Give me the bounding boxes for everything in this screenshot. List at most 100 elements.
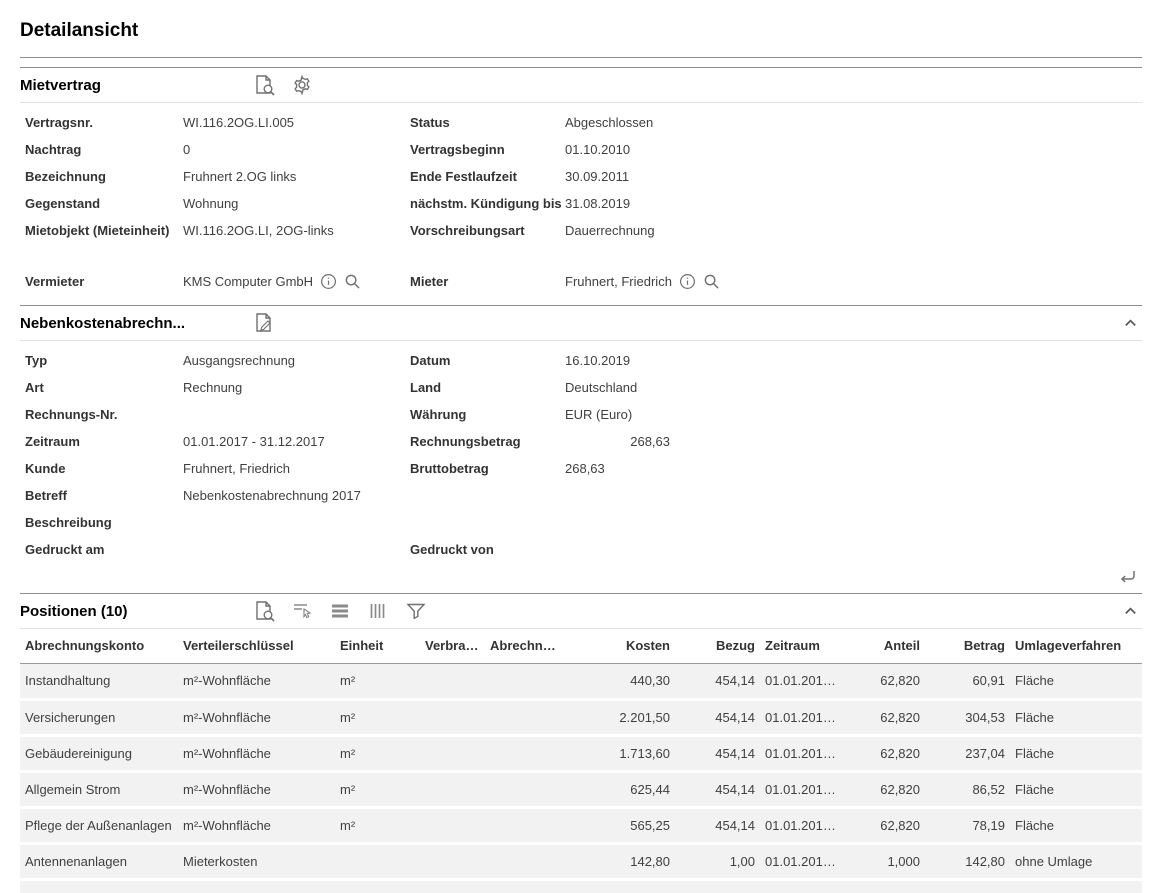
column-header[interactable]: Anteil <box>845 629 925 663</box>
cell: m²-Wohnfläche <box>178 735 335 771</box>
cell: 237,04 <box>925 735 1010 771</box>
field-label: Gedruckt am <box>20 536 183 563</box>
cell: m²-Wohnfläche <box>178 663 335 699</box>
cell: m² <box>335 771 420 807</box>
gear-icon <box>291 74 313 96</box>
columns-icon <box>367 600 389 622</box>
cell: 142,80 <box>565 843 675 879</box>
cell: 1,000 <box>845 843 925 879</box>
column-header[interactable]: Bezug <box>675 629 760 663</box>
section-nebenkosten: Nebenkostenabrechn... Typ Ausgangsrechnu… <box>20 305 1142 593</box>
field-value: WI.116.2OG.LI, 2OG-links <box>183 217 405 244</box>
column-header[interactable]: Abrechnungskonto <box>20 629 178 663</box>
field-value: Abgeschlossen <box>565 109 1142 136</box>
field-label: Vertragsnr. <box>20 109 183 136</box>
table-row[interactable]: Versicherungen m²-Wohnfläche m² 2.201,50… <box>20 699 1142 735</box>
field-label: Gegenstand <box>20 190 183 217</box>
field-label: Rechnungs-Nr. <box>20 401 183 428</box>
return-button[interactable] <box>1118 568 1138 586</box>
mieter-search-button[interactable] <box>703 273 720 290</box>
table-row-partial[interactable] <box>20 881 1142 893</box>
positionen-title: Positionen (10) <box>20 603 253 620</box>
edit-button[interactable] <box>253 312 275 334</box>
table-header-row: Abrechnungskonto Verteilerschlüssel Einh… <box>20 629 1142 663</box>
cell: m² <box>335 699 420 735</box>
field-value: Nebenkostenabrechnung 2017 <box>183 482 405 509</box>
mieter-value: Fruhnert, Friedrich <box>565 274 672 289</box>
cell: Antennenanlagen <box>20 843 178 879</box>
cell: 62,820 <box>845 699 925 735</box>
column-header[interactable]: Einheit <box>335 629 420 663</box>
chevron-up-icon <box>1123 604 1138 619</box>
cell: 62,820 <box>845 771 925 807</box>
cell: 62,820 <box>845 735 925 771</box>
field-value <box>565 509 1142 536</box>
column-header[interactable]: Verteilerschlüssel <box>178 629 335 663</box>
search-icon <box>344 273 361 290</box>
cell: 454,14 <box>675 663 760 699</box>
field-label: Nachtrag <box>20 136 183 163</box>
column-header[interactable]: Umlageverfahren <box>1010 629 1142 663</box>
mieter-label: Mieter <box>405 268 565 295</box>
table-row[interactable]: Pflege der Außenanlagen m²-Wohnfläche m²… <box>20 807 1142 843</box>
positionen-header: Positionen (10) <box>20 593 1142 629</box>
column-header[interactable]: Zeitraum <box>760 629 845 663</box>
positionen-collapse-button[interactable] <box>1123 604 1138 619</box>
cell <box>485 735 565 771</box>
filter-button[interactable] <box>405 600 427 622</box>
cell: m² <box>335 663 420 699</box>
field-value: 268,63 <box>565 428 1142 455</box>
table-row[interactable]: Antennenanlagen Mieterkosten 142,80 1,00… <box>20 843 1142 879</box>
settings-button[interactable] <box>291 74 313 96</box>
column-header[interactable]: Betrag <box>925 629 1010 663</box>
table-row[interactable]: Allgemein Strom m²-Wohnfläche m² 625,44 … <box>20 771 1142 807</box>
section-mietvertrag: Mietvertrag Vertragsnr. WI.116.2OG.LI.00… <box>20 67 1142 305</box>
mietvertrag-header: Mietvertrag <box>20 67 1142 103</box>
preview-icon <box>253 600 275 622</box>
field-label: Mietobjekt (Mieteinheit) <box>20 217 183 244</box>
preview-button[interactable] <box>253 74 275 96</box>
field-value: Dauerrechnung <box>565 217 1142 244</box>
field-label: Land <box>405 374 565 401</box>
info-icon <box>320 273 337 290</box>
page-title: Detailansicht <box>20 0 1142 58</box>
columns-button[interactable] <box>367 600 389 622</box>
mieter-info-button[interactable] <box>679 273 696 290</box>
field-label: nächstm. Kündigung bis <box>405 190 565 217</box>
field-label: Status <box>405 109 565 136</box>
cell: 62,820 <box>845 807 925 843</box>
field-value: WI.116.2OG.LI.005 <box>183 109 405 136</box>
field-label: Typ <box>20 347 183 374</box>
cell: Fläche <box>1010 699 1142 735</box>
field-value: Wohnung <box>183 190 405 217</box>
table-row[interactable]: Instandhaltung m²-Wohnfläche m² 440,30 4… <box>20 663 1142 699</box>
column-header[interactable]: Verbrauch <box>420 629 485 663</box>
cell: 86,52 <box>925 771 1010 807</box>
positions-preview-button[interactable] <box>253 600 275 622</box>
field-value <box>183 509 405 536</box>
vermieter-info-button[interactable] <box>320 273 337 290</box>
nebenkosten-collapse-button[interactable] <box>1123 316 1138 331</box>
table-row[interactable]: Gebäudereinigung m²-Wohnfläche m² 1.713,… <box>20 735 1142 771</box>
cell: 01.01.2017 ... <box>760 771 845 807</box>
field-value: 268,63 <box>565 455 1142 482</box>
field-value: Fruhnert 2.OG links <box>183 163 405 190</box>
field-label: Kunde <box>20 455 183 482</box>
field-label: Betreff <box>20 482 183 509</box>
field-value: 30.09.2011 <box>565 163 1142 190</box>
cell <box>485 843 565 879</box>
cell: 60,91 <box>925 663 1010 699</box>
column-header[interactable]: Abrechnungs... <box>485 629 565 663</box>
field-value: 01.10.2010 <box>565 136 1142 163</box>
list-view-button[interactable] <box>329 600 351 622</box>
cell: 1,00 <box>675 843 760 879</box>
vermieter-search-button[interactable] <box>344 273 361 290</box>
field-label: Währung <box>405 401 565 428</box>
column-header[interactable]: Kosten <box>565 629 675 663</box>
field-value: 31.08.2019 <box>565 190 1142 217</box>
list-icon <box>329 600 351 622</box>
select-rows-button[interactable] <box>291 600 313 622</box>
field-value: 16.10.2019 <box>565 347 1142 374</box>
nebenkosten-title: Nebenkostenabrechn... <box>20 315 253 332</box>
field-value: Ausgangsrechnung <box>183 347 405 374</box>
